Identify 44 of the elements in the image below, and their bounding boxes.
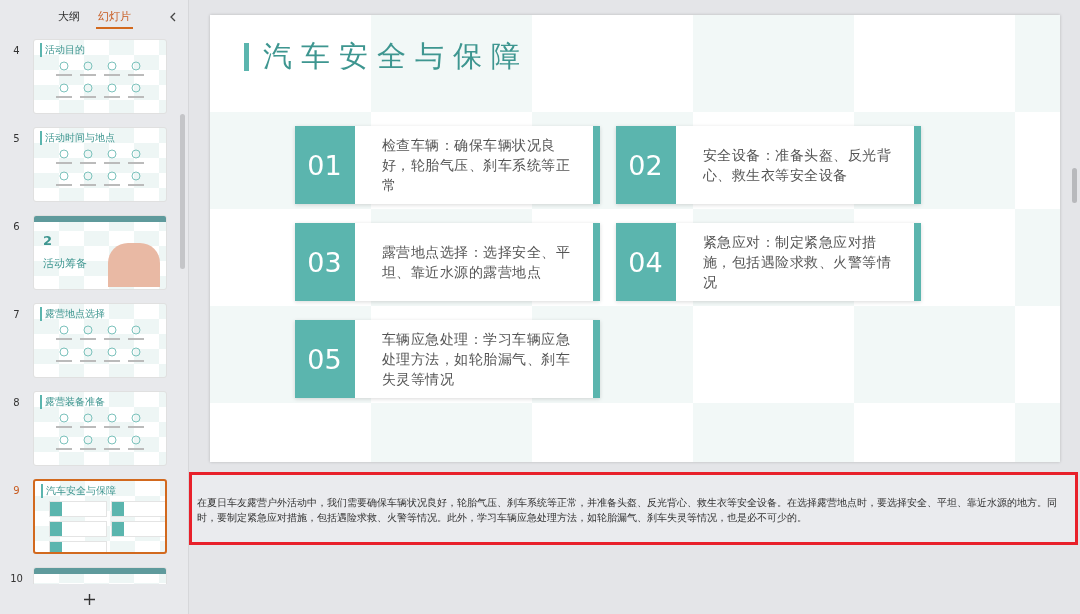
plus-icon <box>83 593 95 605</box>
card-text: 车辆应急处理：学习车辆应急处理方法，如轮胎漏气、刹车失灵等情况 <box>380 330 571 389</box>
illustration-placeholder <box>108 243 160 287</box>
thumbnail-title: 汽车安全与保障 <box>41 484 116 498</box>
slide-thumbnail[interactable]: 活动时间与地点 <box>33 127 167 202</box>
slide-number: 8 <box>12 396 21 408</box>
section-number: 2 <box>43 233 53 248</box>
thumbnail-title: 活动时间与地点 <box>40 131 115 145</box>
slide-title: 汽车安全与保障 <box>262 38 529 75</box>
slide-number: 7 <box>12 308 21 320</box>
thumbnail-title: 露营装备准备 <box>40 395 105 409</box>
mini-card <box>49 501 107 517</box>
slide-thumbnail[interactable]: 2 活动筹备 <box>33 215 167 290</box>
card-text: 紧急应对：制定紧急应对措施，包括遇险求救、火警等情况 <box>701 233 892 292</box>
panel-tab[interactable]: 大纲 <box>55 5 82 29</box>
thumbnail-title: 活动目的 <box>40 43 85 57</box>
card-number: 05 <box>294 320 355 398</box>
card-number: 04 <box>615 223 676 301</box>
slide-number: 9 <box>12 484 21 496</box>
card-number: 03 <box>294 223 355 301</box>
scrollbar-thumb[interactable] <box>180 114 185 269</box>
thumbnail-title: 露营地点选择 <box>40 307 105 321</box>
mini-card <box>49 521 107 537</box>
slide-number: 10 <box>9 572 24 584</box>
card-number: 01 <box>294 126 355 204</box>
mini-card <box>111 521 165 537</box>
collapse-chevron-icon[interactable] <box>170 12 176 22</box>
slide-thumbnail[interactable]: 露营装备准备 <box>33 391 167 466</box>
slide-thumbnail[interactable]: 汽车安全与保障 <box>33 479 167 554</box>
scrollbar-thumb[interactable] <box>1072 168 1077 203</box>
slide-number: 4 <box>12 44 21 56</box>
title-accent-bar <box>243 43 249 71</box>
thumbnail-title: 活动筹备 <box>43 256 87 271</box>
slide-number: 5 <box>12 132 21 144</box>
slide-number: 6 <box>12 220 21 232</box>
slide-thumbnail[interactable]: 露营地点选择 <box>33 303 167 378</box>
slide-thumbnail[interactable]: 活动目的 <box>33 39 167 114</box>
panel-tab[interactable]: 幻灯片 <box>95 5 133 29</box>
mini-card <box>111 501 165 517</box>
speaker-notes[interactable]: 在夏日车友露营户外活动中，我们需要确保车辆状况良好，轮胎气压、刹车系统等正常，并准备头盔、反光背心、救生衣等安全设备。在选择露营地点时，要选择安全、平坦、靠近水源的地方。同时，要制定紧急应对措施，包括遇险求救、火警等情况。此外，学习车辆应急处理方法，如轮胎漏气、刹车失灵等情况，也是必不可少的。 <box>197 495 1069 525</box>
card-text: 检查车辆：确保车辆状况良好，轮胎气压、刹车系统等正常 <box>380 136 571 195</box>
card-number: 02 <box>615 126 676 204</box>
card-text: 安全设备：准备头盔、反光背心、救生衣等安全设备 <box>701 146 892 185</box>
card-text: 露营地点选择：选择安全、平坦、靠近水源的露营地点 <box>380 243 571 282</box>
